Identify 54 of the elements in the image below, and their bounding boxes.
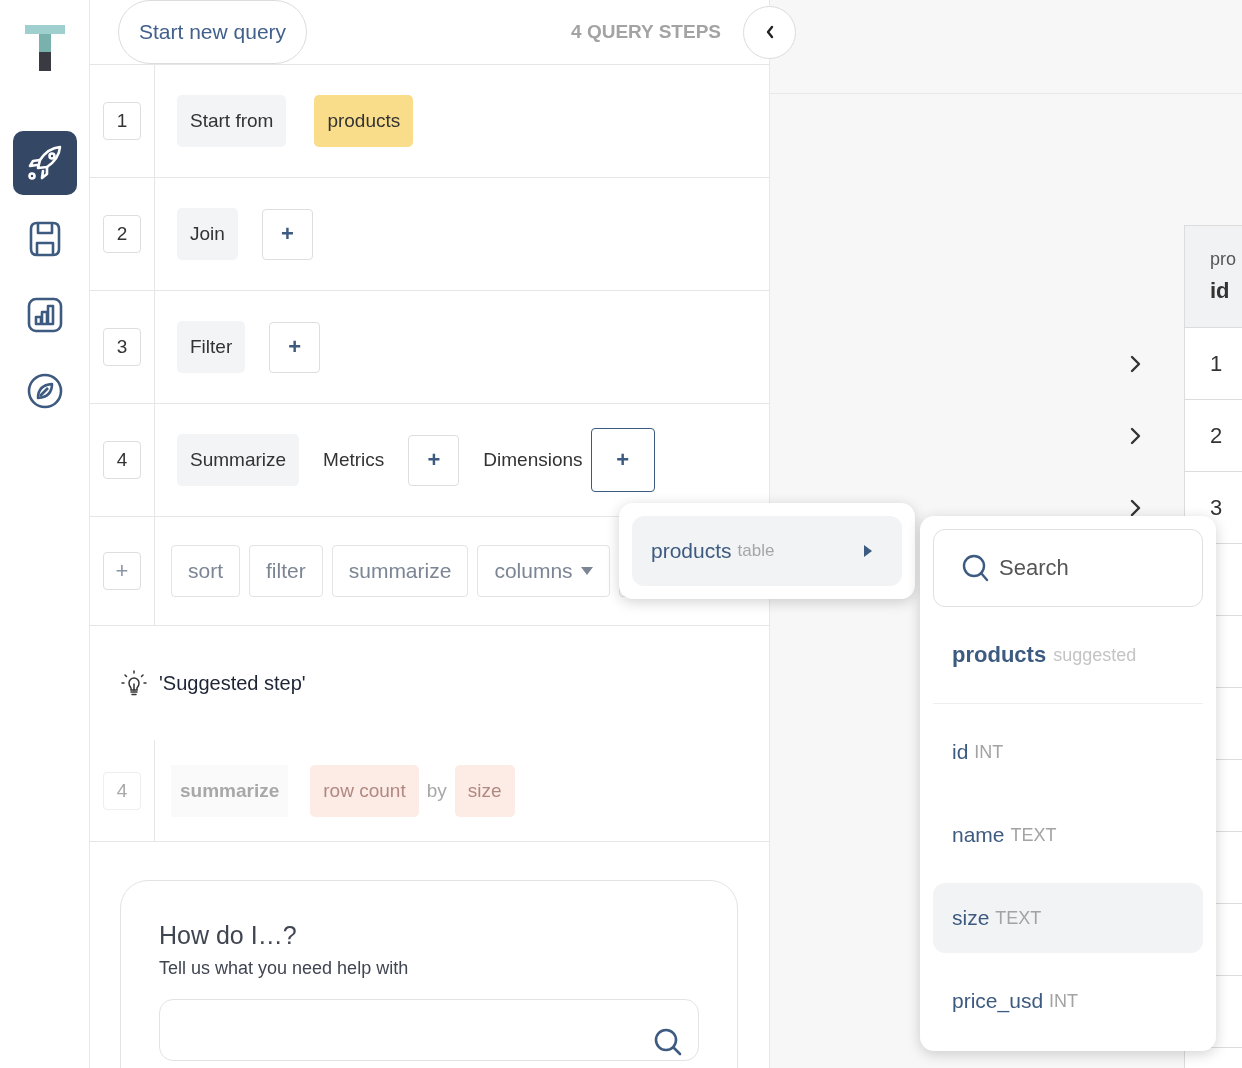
submenu-arrow-icon [864, 545, 872, 557]
step-type-chip: Summarize [177, 434, 300, 486]
help-title: How do I…? [159, 921, 298, 950]
add-button[interactable]: + [590, 428, 655, 492]
table-cell: 1 [1184, 328, 1242, 400]
add-button[interactable]: + [408, 434, 460, 486]
column-header[interactable]: pro id [1184, 225, 1242, 328]
search-icon [653, 1027, 683, 1057]
column-option[interactable]: size TEXT [933, 883, 1203, 953]
caret-icon [580, 567, 593, 575]
suggested-field-chip: row count [310, 764, 419, 817]
step-number: 1 [103, 102, 141, 140]
table-cell: 2 [1184, 400, 1242, 472]
table-group-heading: products suggested [933, 607, 1203, 704]
rocket-icon [25, 144, 64, 182]
step-number: 3 [103, 328, 141, 366]
search-field[interactable]: Search [933, 529, 1203, 607]
step-number: 4 [103, 771, 141, 810]
logo-icon [24, 25, 65, 71]
column-option[interactable]: price_usd INT [933, 966, 1203, 1036]
table-chip[interactable]: products [314, 95, 414, 147]
column-option[interactable]: name TEXT [933, 800, 1203, 870]
compass-icon [25, 372, 64, 410]
chevron-right-icon[interactable] [1129, 499, 1141, 517]
chevron-left-icon [764, 25, 775, 39]
connector-text: by [426, 779, 447, 802]
step-action-button[interactable]: sort [171, 545, 240, 597]
step-number: 4 [103, 441, 141, 479]
lightbulb-icon [121, 670, 147, 696]
step-action-button[interactable]: summarize [331, 545, 469, 597]
start-new-query-button[interactable]: Start new query [118, 0, 308, 64]
field-label: Metrics [323, 449, 385, 471]
chevron-right-icon[interactable] [1129, 355, 1141, 373]
help-search-field[interactable] [159, 999, 699, 1061]
bar-chart-icon [25, 296, 64, 334]
step-type-chip: Filter [177, 321, 246, 373]
search-icon [962, 554, 990, 582]
table-menu-item[interactable]: products table [632, 516, 902, 586]
help-subtitle: Tell us what you need help with [159, 958, 410, 979]
nav-button[interactable] [12, 131, 77, 195]
column-option[interactable]: id INT [933, 717, 1203, 787]
step-type-chip: Join [177, 208, 238, 260]
step-number: 2 [103, 215, 141, 253]
query-steps-count: 4 QUERY STEPS [571, 21, 721, 43]
step-action-button[interactable]: columns [477, 545, 610, 597]
chevron-right-icon[interactable] [1129, 427, 1141, 445]
step-type-chip: Start from [177, 95, 287, 147]
suggested-field-chip: size [454, 764, 515, 817]
suggested-step-title: 'Suggested step' [159, 671, 306, 695]
add-button[interactable]: + [269, 321, 321, 373]
step-action-button[interactable]: filter [249, 545, 323, 597]
field-label: Dimensions [483, 449, 583, 471]
step-type-chip: summarize [171, 764, 289, 817]
add-button[interactable]: + [261, 208, 313, 260]
